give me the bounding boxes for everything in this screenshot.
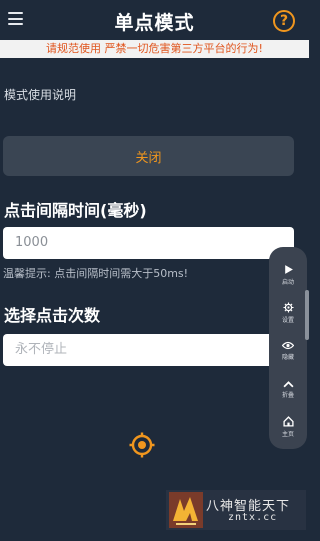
usage-instructions-link[interactable]: 模式使用说明 — [4, 86, 76, 103]
float-collapse-button[interactable]: 折叠 — [269, 371, 307, 407]
interval-input-value: 1000 — [15, 235, 49, 250]
click-count-placeholder: 永不停止 — [15, 342, 68, 357]
watermark: 八神智能天下 zntx.cc — [166, 490, 306, 530]
float-settings-button[interactable]: 设置 — [269, 295, 307, 331]
page-title: 单点模式 — [114, 12, 195, 34]
eye-icon — [282, 341, 294, 350]
watermark-url: zntx.cc — [228, 512, 278, 523]
panel-drag-handle[interactable] — [305, 290, 309, 340]
interval-hint: 温馨提示: 点击间隔时间需大于50ms! — [3, 267, 189, 280]
float-home-label: 主页 — [281, 431, 294, 438]
float-hide-button[interactable]: 隐藏 — [269, 333, 307, 369]
play-icon — [284, 265, 293, 274]
float-hide-label: 隐藏 — [281, 354, 294, 361]
toggle-button[interactable]: 关闭 — [3, 136, 294, 176]
home-icon — [282, 416, 294, 427]
floating-control-panel: 启动 设置 隐藏 折叠 主页 — [269, 247, 307, 449]
float-home-button[interactable]: 主页 — [269, 409, 307, 445]
brand-logo-icon — [169, 492, 203, 528]
gear-icon — [282, 302, 294, 313]
interval-title: 点击间隔时间(毫秒) — [4, 201, 147, 220]
float-start-button[interactable]: 启动 — [269, 257, 307, 293]
click-count-input[interactable]: 永不停止 — [3, 334, 294, 366]
click-count-title: 选择点击次数 — [4, 306, 101, 325]
app-header: 单点模式 ? — [0, 0, 309, 40]
float-collapse-label: 折叠 — [281, 391, 294, 399]
help-icon[interactable]: ? — [273, 10, 295, 32]
float-start-label: 启动 — [281, 279, 294, 286]
click-target-crosshair[interactable] — [129, 432, 155, 458]
interval-input[interactable]: 1000 — [3, 227, 294, 259]
float-settings-label: 设置 — [281, 317, 294, 324]
chevron-up-icon — [282, 380, 294, 387]
crosshair-icon — [129, 432, 155, 458]
warning-banner: 请规范使用 严禁一切危害第三方平台的行为! — [0, 40, 309, 58]
